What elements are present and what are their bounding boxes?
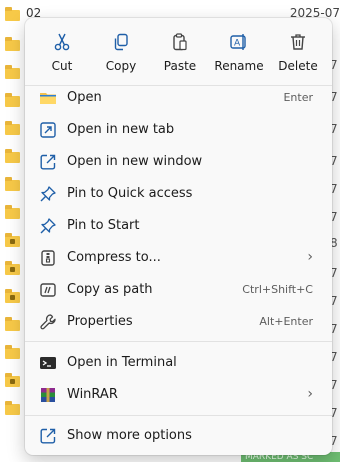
menu-item-open-terminal[interactable]: Open in Terminal bbox=[30, 348, 327, 378]
paste-icon bbox=[173, 33, 187, 51]
menu-item-properties[interactable]: Properties Alt+Enter bbox=[30, 307, 327, 337]
quick-action-bar: Cut Copy Paste A Rename Delete bbox=[33, 26, 329, 80]
folder-icon bbox=[5, 149, 20, 163]
menu-item-label: WinRAR bbox=[67, 387, 118, 402]
zip-folder-icon bbox=[5, 233, 20, 247]
folder-icon bbox=[5, 37, 20, 51]
menu-item-open[interactable]: Open Enter bbox=[30, 83, 327, 113]
folder-icon bbox=[5, 65, 20, 79]
chevron-right-icon: › bbox=[307, 249, 313, 265]
paste-label: Paste bbox=[163, 59, 197, 73]
shortcut-text: Ctrl+Shift+C bbox=[242, 283, 313, 296]
menu-item-label: Copy as path bbox=[67, 282, 153, 297]
menu-item-show-more-options[interactable]: Show more options bbox=[30, 421, 327, 451]
context-menu: Cut Copy Paste A Rename Delete Open Ente… bbox=[25, 18, 332, 455]
zip-folder-icon bbox=[5, 289, 20, 303]
shortcut-text: Enter bbox=[283, 91, 313, 104]
menu-item-label: Show more options bbox=[67, 428, 192, 443]
menu-item-label: Open in new tab bbox=[67, 122, 175, 137]
more-options-icon bbox=[40, 428, 56, 444]
menu-item-pin-start[interactable]: Pin to Start bbox=[30, 211, 327, 241]
menu-item-winrar[interactable]: WinRAR › bbox=[30, 380, 327, 410]
folder-icon bbox=[5, 205, 20, 219]
menu-item-copy-as-path[interactable]: Copy as path Ctrl+Shift+C bbox=[30, 275, 327, 305]
folder-open-icon bbox=[40, 93, 56, 104]
menu-item-open-new-window[interactable]: Open in new window bbox=[30, 147, 327, 177]
winrar-icon bbox=[41, 388, 55, 402]
rename-label: Rename bbox=[214, 59, 264, 73]
menu-item-label: Open in Terminal bbox=[67, 355, 177, 370]
rename-button[interactable]: A Rename bbox=[210, 26, 268, 80]
menu-item-label: Pin to Quick access bbox=[67, 186, 193, 201]
cut-label: Cut bbox=[51, 59, 73, 73]
divider bbox=[25, 415, 332, 416]
pin-icon bbox=[40, 218, 56, 234]
folder-icon bbox=[5, 121, 20, 135]
pin-icon bbox=[40, 186, 56, 202]
shortcut-text: Alt+Enter bbox=[259, 315, 313, 328]
folder-icon bbox=[5, 177, 20, 191]
copy-icon bbox=[114, 33, 128, 51]
copy-label: Copy bbox=[105, 59, 137, 73]
copy-button[interactable]: Copy bbox=[92, 26, 150, 80]
cut-button[interactable]: Cut bbox=[33, 26, 91, 80]
menu-item-label: Pin to Start bbox=[67, 218, 140, 233]
menu-item-label: Open in new window bbox=[67, 154, 203, 169]
paste-button[interactable]: Paste bbox=[151, 26, 209, 80]
copy-path-icon bbox=[40, 283, 56, 297]
folder-icon bbox=[5, 7, 20, 21]
new-tab-icon bbox=[40, 122, 56, 138]
menu-item-label: Compress to... bbox=[67, 250, 161, 265]
chevron-right-icon: › bbox=[307, 386, 313, 402]
archive-icon bbox=[41, 250, 55, 266]
menu-item-open-new-tab[interactable]: Open in new tab bbox=[30, 115, 327, 145]
divider bbox=[25, 341, 332, 342]
folder-icon bbox=[5, 401, 20, 415]
svg-text:A: A bbox=[234, 39, 241, 49]
zip-folder-icon bbox=[5, 373, 20, 387]
delete-label: Delete bbox=[278, 59, 318, 73]
terminal-icon bbox=[40, 357, 56, 369]
new-window-icon bbox=[40, 154, 56, 170]
menu-item-pin-quick-access[interactable]: Pin to Quick access bbox=[30, 179, 327, 209]
wrench-icon bbox=[40, 314, 56, 330]
cut-icon bbox=[54, 33, 70, 51]
folder-icon bbox=[5, 93, 20, 107]
delete-icon bbox=[291, 34, 305, 50]
folder-icon bbox=[5, 345, 20, 359]
menu-item-label: Open bbox=[67, 90, 102, 105]
menu-item-label: Properties bbox=[67, 314, 133, 329]
rename-icon: A bbox=[230, 34, 246, 50]
menu-item-compress[interactable]: Compress to... › bbox=[30, 243, 327, 273]
zip-folder-icon bbox=[5, 261, 20, 275]
folder-icon bbox=[5, 317, 20, 331]
delete-button[interactable]: Delete bbox=[269, 26, 327, 80]
